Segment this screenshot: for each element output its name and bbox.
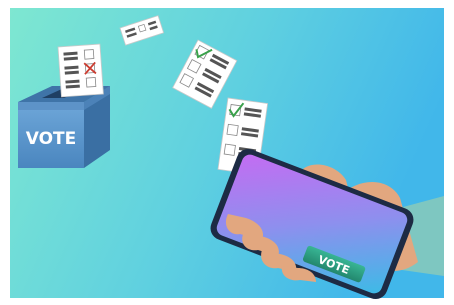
ballot-paper-cross — [57, 43, 104, 98]
voting-illustration: VOTE VOTE — [10, 8, 444, 299]
ballot-box: VOTE — [18, 86, 110, 168]
ballot-box-label: VOTE — [26, 129, 77, 149]
